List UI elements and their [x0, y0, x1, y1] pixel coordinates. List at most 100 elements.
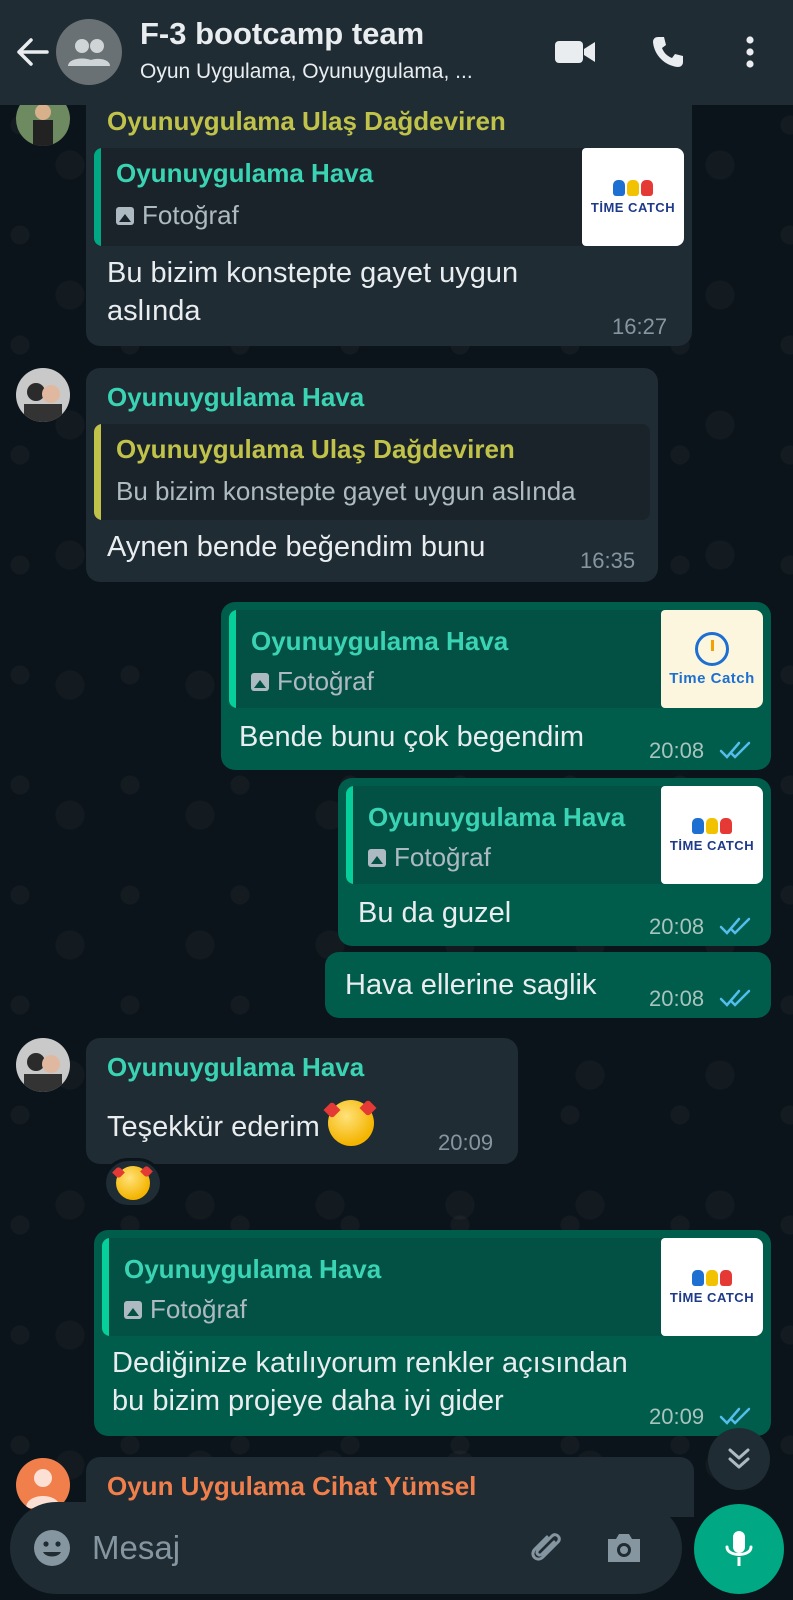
message-bubble[interactable]: Oyunuygulama Hava Teşekkür ederim 20:09	[86, 1038, 518, 1164]
quoted-thumbnail: TİME CATCH	[582, 148, 684, 246]
message-bubble[interactable]: Oyunuygulama Hava Fotoğraf TİME CATCH Bu…	[338, 778, 771, 946]
read-ticks-icon	[719, 1407, 751, 1425]
emoji-button[interactable]	[30, 1526, 74, 1570]
quoted-sender: Oyunuygulama Hava	[368, 802, 626, 832]
message-time: 16:27	[612, 314, 668, 339]
quoted-text-label: Fotoğraf	[150, 1294, 247, 1324]
mic-icon	[725, 1531, 753, 1566]
message-composer: Mesaj	[10, 1502, 682, 1594]
message-time: 20:08	[649, 986, 705, 1011]
message-time: 20:09	[438, 1130, 494, 1155]
chat-header: F-3 bootcamp team Oyun Uygulama, Oyunuyg…	[0, 0, 793, 105]
message-line: Bu da guzel	[358, 897, 512, 929]
message-line: bu bizim projeye daha iyi gider	[112, 1385, 504, 1417]
message-line: Teşekkür ederim	[107, 1099, 377, 1146]
quoted-message[interactable]: Oyunuygulama Ulaş Dağdeviren Bu bizim ko…	[94, 424, 650, 520]
quoted-thumbnail: TİME CATCH	[661, 1238, 763, 1336]
message-time: 16:35	[580, 548, 636, 573]
photo-icon	[251, 673, 269, 691]
sender-name: Oyunuygulama Hava	[107, 1052, 365, 1082]
back-button[interactable]	[12, 30, 52, 74]
avatar-photo-icon	[16, 368, 70, 422]
quote-bar	[102, 1238, 109, 1336]
yellow-hand	[706, 1269, 718, 1286]
quoted-message[interactable]: Oyunuygulama Hava Fotoğraf TİME CATCH	[102, 1238, 763, 1336]
smiling-face-with-hearts-icon	[323, 1099, 377, 1146]
quoted-sender: Oyunuygulama Hava	[251, 626, 509, 656]
avatar[interactable]	[16, 1038, 70, 1092]
emoji-icon	[34, 1530, 70, 1566]
message-line: aslında	[107, 295, 201, 327]
quoted-message[interactable]: Oyunuygulama Hava Fotoğraf TİME CATCH	[94, 148, 684, 246]
sender-name: Oyunuygulama Ulaş Dağdeviren	[107, 106, 506, 136]
video-call-icon	[555, 41, 595, 63]
quoted-sender: Oyunuygulama Hava	[116, 158, 374, 188]
avatar-photo-icon	[16, 1038, 70, 1092]
red-hand	[720, 817, 732, 834]
quote-bar	[94, 148, 101, 246]
read-ticks-icon	[719, 741, 751, 759]
more-vert-icon	[746, 36, 754, 68]
message-bubble[interactable]: Oyunuygulama Hava Fotoğraf TİME CATCH De…	[94, 1230, 771, 1436]
voice-call-button[interactable]	[646, 30, 690, 74]
voice-message-button[interactable]	[694, 1504, 784, 1594]
quote-bar	[346, 786, 353, 884]
thumbnail-text: Time Catch	[669, 669, 755, 687]
message-line: Bende bunu çok begendim	[239, 721, 585, 753]
group-avatar-icon	[68, 39, 110, 66]
message-time: 20:08	[649, 738, 705, 763]
quoted-sender: Oyunuygulama Ulaş Dağdeviren	[116, 434, 515, 464]
attach-button[interactable]	[524, 1526, 568, 1570]
group-avatar[interactable]	[56, 19, 122, 85]
chat-info[interactable]: F-3 bootcamp team Oyun Uygulama, Oyunuyg…	[140, 16, 530, 84]
arrow-left-icon	[17, 38, 49, 66]
heart	[323, 1101, 341, 1119]
quoted-message[interactable]: Oyunuygulama Hava Fotoğraf TİME CATCH	[346, 786, 763, 884]
message-line: Bu bizim konstepte gayet uygun	[107, 257, 519, 289]
message-line: Dediğinize katılıyorum renkler açısından	[112, 1347, 628, 1379]
blue-hand	[692, 1269, 704, 1286]
camera-button[interactable]	[602, 1526, 646, 1570]
quoted-text: Fotoğraf	[116, 200, 239, 231]
quoted-sender: Oyunuygulama Hava	[124, 1254, 382, 1284]
avatar[interactable]	[16, 368, 70, 422]
message-line: Aynen bende beğendim bunu	[107, 531, 486, 563]
message-input[interactable]: Mesaj	[92, 1529, 180, 1567]
hands-logo-icon	[692, 817, 732, 834]
paperclip-icon	[531, 1533, 561, 1561]
quoted-thumbnail: TİME CATCH	[661, 786, 763, 884]
quoted-thumbnail: Time Catch	[661, 610, 763, 708]
message-bubble[interactable]: Hava ellerine saglik 20:08	[325, 952, 771, 1018]
quoted-text: Bu bizim konstepte gayet uygun aslında	[116, 476, 576, 506]
sender-name: Oyun Uygulama Cihat Yümsel	[107, 1471, 477, 1501]
camera-icon	[608, 1534, 640, 1562]
message-bubble[interactable]: Oyunuygulama Hava Oyunuygulama Ulaş Dağd…	[86, 368, 658, 582]
red-hand	[641, 179, 653, 196]
message-time: 20:09	[649, 1404, 705, 1429]
thumbnail-text: TİME CATCH	[669, 1289, 755, 1305]
quoted-text: Fotoğraf	[124, 1294, 247, 1325]
smiling-face-with-hearts-icon	[112, 1165, 153, 1200]
heart	[140, 1165, 153, 1178]
red-hand	[720, 1269, 732, 1286]
blue-hand	[613, 179, 625, 196]
thumbnail-text: TİME CATCH	[590, 199, 676, 215]
reaction-badge[interactable]	[103, 1158, 163, 1208]
blue-hand	[692, 817, 704, 834]
message-text: Teşekkür ederim	[107, 1111, 320, 1143]
heart	[112, 1166, 125, 1179]
message-line: Hava ellerine saglik	[345, 969, 597, 1001]
more-options-button[interactable]	[728, 30, 772, 74]
thumbnail-text: TİME CATCH	[669, 837, 755, 853]
quoted-message[interactable]: Oyunuygulama Hava Fotoğraf Time Catch	[229, 610, 763, 708]
chat-subtitle: Oyun Uygulama, Oyunuygulama, ...	[140, 60, 473, 83]
video-call-button[interactable]	[553, 30, 597, 74]
sender-name: Oyunuygulama Hava	[107, 382, 365, 412]
message-time: 20:08	[649, 914, 705, 939]
photo-icon	[368, 849, 386, 867]
quoted-text: Fotoğraf	[368, 842, 491, 873]
scroll-to-bottom-button[interactable]	[708, 1428, 770, 1490]
quoted-text-label: Fotoğraf	[394, 842, 491, 872]
message-bubble[interactable]: Oyunuygulama Hava Fotoğraf Time Catch Be…	[221, 602, 771, 770]
message-bubble[interactable]: Oyunuygulama Ulaş Dağdeviren Oyunuygulam…	[86, 92, 692, 346]
